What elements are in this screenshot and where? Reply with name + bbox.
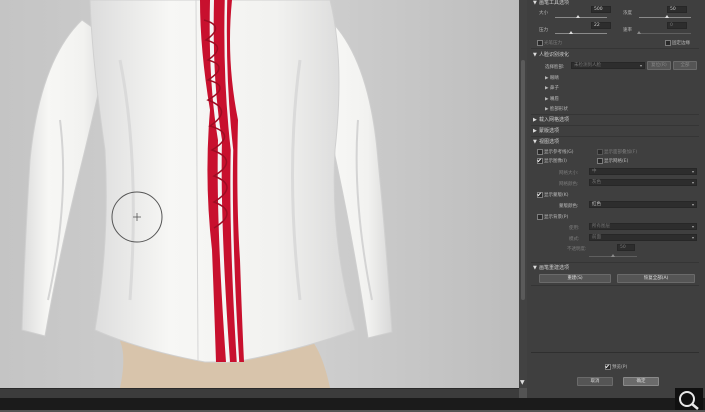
shirt-preview-image [0, 0, 519, 388]
reset-face-button[interactable]: 复位(R) [647, 61, 671, 70]
size-label: 大小 [539, 11, 548, 16]
backdrop-opacity-field[interactable]: 50 [617, 244, 635, 251]
select-face-label: 选择脸部: [545, 65, 565, 70]
preview-checkbox[interactable] [605, 364, 611, 370]
divider [531, 136, 699, 137]
reconstruct-button[interactable]: 重建(S) [539, 274, 611, 283]
select-face-dropdown[interactable]: 未检测到人脸 ▾ [571, 62, 645, 69]
stylus-pressure-label: 光笔压力 [544, 41, 562, 46]
size-slider-knob[interactable] [576, 15, 580, 18]
pressure-label: 压力 [539, 28, 548, 33]
rate-slider-knob[interactable] [637, 31, 641, 34]
preview-canvas[interactable] [0, 0, 519, 388]
show-mesh-label: 显示网格(E) [604, 159, 629, 164]
show-guides-label: 显示参考线(G) [544, 150, 574, 155]
mesh-size-dropdown[interactable]: 中 ▾ [589, 168, 697, 175]
all-faces-button[interactable]: 全部 [673, 61, 697, 70]
chevron-down-icon: ▾ [691, 169, 694, 174]
show-face-overlay-label: 显示面部叠加(F) [604, 150, 638, 155]
rate-slider[interactable] [639, 33, 691, 34]
density-field[interactable]: 50 [667, 6, 687, 13]
size-field[interactable]: 500 [591, 6, 611, 13]
section-mask-options[interactable]: ▶ 蒙版选项 [533, 127, 559, 134]
backdrop-opacity-label: 不透明度: [567, 247, 587, 252]
density-label: 浓度 [623, 11, 632, 16]
panel-scrollbar[interactable]: ▼ [519, 0, 527, 388]
density-slider-knob[interactable] [665, 15, 669, 18]
divider [531, 285, 699, 286]
chevron-down-icon: ▾ [691, 235, 694, 240]
chevron-down-icon: ▾ [691, 202, 694, 207]
show-mask-label: 显示蒙版(K) [544, 193, 569, 198]
stylus-pressure-checkbox[interactable] [537, 40, 543, 46]
pressure-slider[interactable] [555, 33, 607, 34]
show-mesh-checkbox[interactable] [597, 158, 603, 164]
chevron-down-icon: ▾ [691, 224, 694, 229]
divider [531, 262, 699, 263]
rate-label: 速率 [623, 28, 632, 33]
face-item-mouth[interactable]: ▶ 嘴唇 [545, 96, 559, 102]
divider [531, 48, 699, 49]
restore-all-button[interactable]: 恢复全部(A) [617, 274, 695, 283]
face-item-eyes[interactable]: ▶ 眼睛 [545, 75, 559, 81]
liquify-properties-panel: ▼ 画笔工具选项 大小 500 浓度 50 压力 22 速率 0 光笔压力 固定边… [527, 0, 705, 398]
backdrop-use-dropdown[interactable]: 所有图层 ▾ [589, 223, 697, 230]
show-face-overlay-checkbox[interactable] [597, 149, 603, 155]
show-backdrop-checkbox[interactable] [537, 214, 543, 220]
section-brush-tool-options[interactable]: ▼ 画笔工具选项 [533, 0, 569, 6]
scroll-down-arrow-icon[interactable]: ▼ [520, 379, 525, 386]
chevron-down-icon: ▾ [691, 180, 694, 185]
properties-scroll-area: ▼ 画笔工具选项 大小 500 浓度 50 压力 22 速率 0 光笔压力 固定边… [527, 0, 705, 398]
backdrop-opacity-knob[interactable] [611, 254, 615, 257]
preview-label: 预览(P) [612, 365, 628, 370]
ok-button[interactable]: 确定 [623, 377, 659, 386]
show-backdrop-label: 显示背景(P) [544, 215, 569, 220]
size-slider[interactable] [555, 17, 607, 18]
chevron-down-icon: ▾ [639, 63, 642, 68]
zoom-button[interactable] [675, 388, 703, 410]
backdrop-use-label: 使用: [569, 226, 580, 231]
show-image-label: 显示图像(I) [544, 159, 567, 164]
pressure-field[interactable]: 22 [591, 22, 611, 29]
mesh-color-dropdown[interactable]: 灰色 ▾ [589, 179, 697, 186]
show-image-checkbox[interactable] [537, 158, 543, 164]
mask-color-label: 蒙版颜色: [559, 204, 579, 209]
pressure-slider-knob[interactable] [569, 31, 573, 34]
cancel-button[interactable]: 取消 [577, 377, 613, 386]
face-item-face-shape[interactable]: ▶ 脸部形状 [545, 106, 568, 112]
divider [531, 125, 699, 126]
face-item-nose[interactable]: ▶ 鼻子 [545, 85, 559, 91]
bottom-bar [0, 398, 705, 410]
magnifier-icon [679, 391, 699, 410]
pin-edges-label: 固定边缘 [672, 41, 690, 46]
scrollbar-thumb[interactable] [521, 60, 525, 300]
mesh-color-label: 网格颜色: [559, 182, 579, 187]
section-brush-reconstruct-options[interactable]: ▼ 画笔重建选项 [533, 264, 569, 271]
backdrop-mode-label: 模式: [569, 237, 580, 242]
mesh-size-label: 网格大小: [559, 171, 579, 176]
divider [531, 352, 699, 353]
pin-edges-checkbox[interactable] [665, 40, 671, 46]
section-face-aware-liquify[interactable]: ▼ 人脸识别液化 [533, 51, 569, 58]
show-guides-checkbox[interactable] [537, 149, 543, 155]
section-view-options[interactable]: ▼ 视图选项 [533, 138, 559, 145]
divider [531, 114, 699, 115]
mask-color-dropdown[interactable]: 红色 ▾ [589, 201, 697, 208]
section-load-mesh-options[interactable]: ▶ 载入网格选项 [533, 116, 569, 123]
rate-field[interactable]: 0 [667, 22, 687, 29]
backdrop-mode-dropdown[interactable]: 前面 ▾ [589, 234, 697, 241]
show-mask-checkbox[interactable] [537, 192, 543, 198]
